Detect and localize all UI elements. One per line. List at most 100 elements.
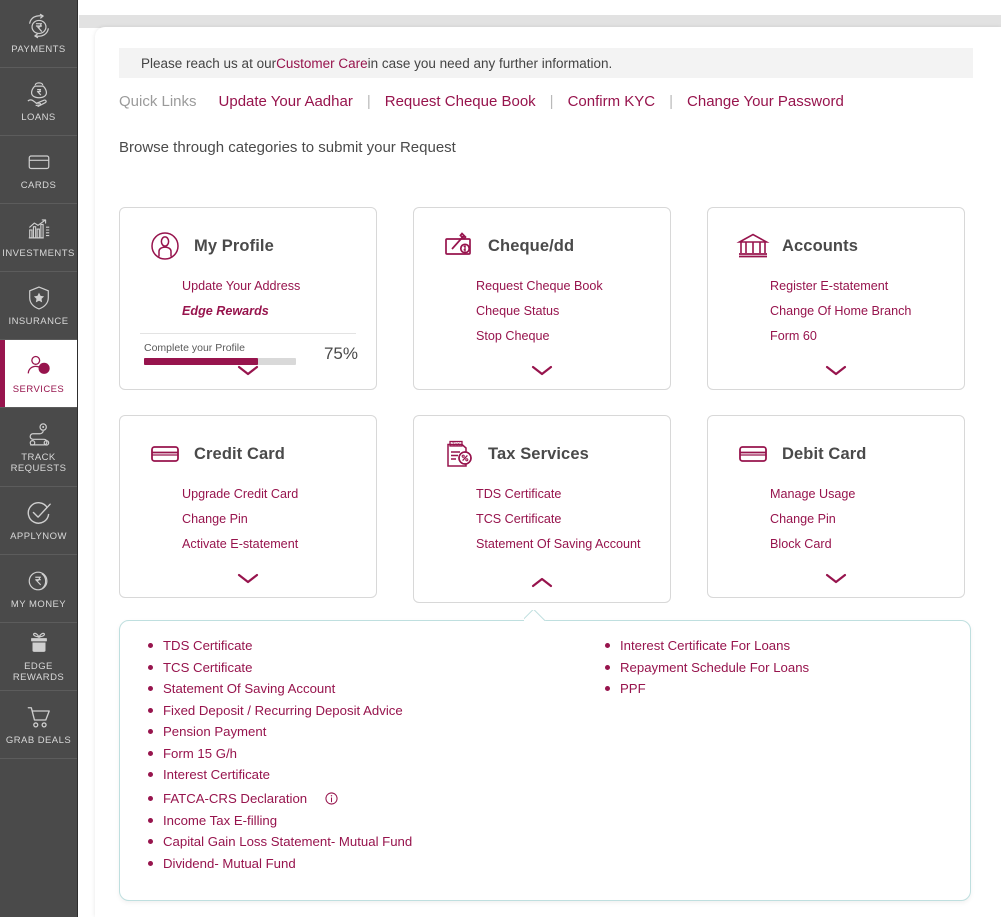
card-link-activate-e-statement[interactable]: Activate E-statement <box>182 536 376 552</box>
insurance-shield-icon <box>24 285 54 311</box>
dropdown-item[interactable]: Dividend- Mutual Fund <box>148 856 565 871</box>
page-subtitle: Browse through categories to submit your… <box>119 139 456 156</box>
service-card-credit-card[interactable]: Credit Card Upgrade Credit Card Change Pin… <box>119 415 377 598</box>
chevron-down-icon[interactable] <box>120 363 376 377</box>
service-card-accounts[interactable]: Accounts Register E-statement Change Of Ho… <box>707 207 965 390</box>
card-title: Tax Services <box>488 444 589 463</box>
dropdown-item[interactable]: Statement Of Saving Account <box>148 681 565 696</box>
card-link-block-card[interactable]: Block Card <box>770 536 964 552</box>
notice-suffix: in case you need any further information… <box>367 55 613 71</box>
quick-links-bar: Quick Links Update Your Aadhar | Request Ch… <box>119 93 844 110</box>
dropdown-item[interactable]: Fixed Deposit / Recurring Deposit Advice <box>148 703 565 718</box>
quick-links-separator: | <box>366 93 371 110</box>
sidebar-item-label: INSURANCE <box>8 315 69 327</box>
dropdown-item[interactable]: Income Tax E-filling <box>148 813 565 828</box>
sidebar-item-services[interactable]: SERVICES <box>0 340 77 408</box>
dropdown-item[interactable]: Capital Gain Loss Statement- Mutual Fund <box>148 834 565 849</box>
dropdown-link-tcs-certificate[interactable]: TCS Certificate <box>163 660 252 675</box>
card-link-cheque-status[interactable]: Cheque Status <box>476 303 670 319</box>
sidebar-item-label: SERVICES <box>12 383 65 395</box>
sidebar-item-cards[interactable]: CARDS <box>0 136 77 204</box>
sidebar-item-label: GRAB DEALS <box>5 734 72 746</box>
chevron-down-icon[interactable] <box>414 363 670 377</box>
card-header: Debit Card <box>708 438 964 470</box>
dropdown-item[interactable]: Form 15 G/h <box>148 746 565 761</box>
quick-link-3[interactable]: Change Your Password <box>687 93 844 110</box>
quick-link-1[interactable]: Request Cheque Book <box>385 93 536 110</box>
sidebar-item-label: EDGE REWARDS <box>12 661 65 683</box>
card-link-change-of-home-branch[interactable]: Change Of Home Branch <box>770 303 964 319</box>
apply-now-check-icon <box>24 500 54 526</box>
credit-card-icon <box>148 438 182 470</box>
dropdown-item[interactable]: Interest Certificate For Loans <box>605 638 965 653</box>
sidebar-item-my-money[interactable]: MY MONEY <box>0 555 77 623</box>
quick-link-2[interactable]: Confirm KYC <box>568 93 656 110</box>
card-link-list: Request Cheque Book Cheque Status Stop Che… <box>414 278 670 344</box>
chevron-down-icon[interactable] <box>708 571 964 585</box>
card-link-change-pin[interactable]: Change Pin <box>182 511 376 527</box>
customer-care-link[interactable]: Customer Care <box>276 56 368 71</box>
service-card-debit-card[interactable]: Debit Card Manage Usage Change Pin Block Ca… <box>707 415 965 598</box>
quick-link-0[interactable]: Update Your Aadhar <box>219 93 353 110</box>
dropdown-link-fatca-crs-declaration[interactable]: FATCA-CRS Declaration <box>163 791 307 806</box>
card-link-manage-usage[interactable]: Manage Usage <box>770 486 964 502</box>
dropdown-link-capital-gain-loss-statement-mutual-fund[interactable]: Capital Gain Loss Statement- Mutual Fund <box>163 834 412 849</box>
edge-rewards-gift-icon <box>24 630 54 656</box>
sidebar-item-applynow[interactable]: APPLYNOW <box>0 487 77 555</box>
dropdown-item[interactable]: PPF <box>605 681 965 696</box>
dropdown-link-interest-certificate[interactable]: Interest Certificate <box>163 767 270 782</box>
dropdown-item[interactable]: TDS Certificate <box>148 638 565 653</box>
dropdown-item[interactable]: Interest Certificate <box>148 767 565 782</box>
card-link-statement-of-saving-account[interactable]: Statement Of Saving Account <box>476 536 670 552</box>
debit-card-icon <box>736 438 770 470</box>
dropdown-item[interactable]: Pension Payment <box>148 724 565 739</box>
dropdown-link-dividend-mutual-fund[interactable]: Dividend- Mutual Fund <box>163 856 296 871</box>
card-link-list: Upgrade Credit Card Change Pin Activate E-… <box>120 486 376 552</box>
service-card-tax-services[interactable]: TAX Tax Services TDS Certificate TCS Certif… <box>413 415 671 603</box>
card-link-tds-certificate[interactable]: TDS Certificate <box>476 486 670 502</box>
dropdown-item[interactable]: FATCA-CRS Declaration <box>148 791 565 806</box>
sidebar-item-insurance[interactable]: INSURANCE <box>0 272 77 340</box>
sidebar-item-edge-rewards[interactable]: EDGE REWARDS <box>0 623 77 691</box>
service-card-my-profile[interactable]: My Profile Update Your Address Edge Reward… <box>119 207 377 390</box>
card-link-edge-rewards[interactable]: Edge Rewards <box>182 303 376 319</box>
dropdown-link-income-tax-e-filling[interactable]: Income Tax E-filling <box>163 813 277 828</box>
svg-text:TAX: TAX <box>452 441 460 446</box>
dropdown-link-tds-certificate[interactable]: TDS Certificate <box>163 638 252 653</box>
dropdown-link-ppf[interactable]: PPF <box>620 681 646 696</box>
card-link-upgrade-credit-card[interactable]: Upgrade Credit Card <box>182 486 376 502</box>
dropdown-link-statement-of-saving-account[interactable]: Statement Of Saving Account <box>163 681 335 696</box>
cheque-icon <box>442 230 476 262</box>
sidebar-item-investments[interactable]: INVESTMENTS <box>0 204 77 272</box>
chevron-down-icon[interactable] <box>120 571 376 585</box>
card-link-update-your-address[interactable]: Update Your Address <box>182 278 376 294</box>
card-link-register-e-statement[interactable]: Register E-statement <box>770 278 964 294</box>
sidebar-item-label: LOANS <box>21 111 56 123</box>
dropdown-link-form-15-g-h[interactable]: Form 15 G/h <box>163 746 237 761</box>
card-link-list: Register E-statement Change Of Home Branc… <box>708 278 964 344</box>
sidebar-item-grab-deals[interactable]: GRAB DEALS <box>0 691 77 759</box>
dropdown-link-fixed-deposit-recurring-deposit-advice[interactable]: Fixed Deposit / Recurring Deposit Advice <box>163 703 403 718</box>
bullet-icon <box>148 750 153 756</box>
chevron-up-icon[interactable] <box>414 576 670 590</box>
bank-building-icon <box>736 230 770 262</box>
bullet-icon <box>148 664 153 670</box>
dropdown-item[interactable]: Repayment Schedule For Loans <box>605 660 965 675</box>
chevron-down-icon[interactable] <box>708 363 964 377</box>
info-icon[interactable] <box>325 792 338 805</box>
dropdown-right-column: Interest Certificate For Loans Repayment … <box>565 638 965 877</box>
card-link-form-60[interactable]: Form 60 <box>770 328 964 344</box>
dropdown-item[interactable]: TCS Certificate <box>148 660 565 675</box>
card-link-request-cheque-book[interactable]: Request Cheque Book <box>476 278 670 294</box>
dropdown-link-pension-payment[interactable]: Pension Payment <box>163 724 266 739</box>
dropdown-link-interest-certificate-for-loans[interactable]: Interest Certificate For Loans <box>620 638 790 653</box>
card-link-change-pin[interactable]: Change Pin <box>770 511 964 527</box>
service-card-cheque-dd[interactable]: Cheque/dd Request Cheque Book Cheque Statu… <box>413 207 671 390</box>
card-link-stop-cheque[interactable]: Stop Cheque <box>476 328 670 344</box>
card-link-tcs-certificate[interactable]: TCS Certificate <box>476 511 670 527</box>
sidebar-item-label: INVESTMENTS <box>2 247 75 259</box>
sidebar-item-track-requests[interactable]: TRACK REQUESTS <box>0 408 77 487</box>
dropdown-link-repayment-schedule-for-loans[interactable]: Repayment Schedule For Loans <box>620 660 809 675</box>
sidebar-item-loans[interactable]: LOANS <box>0 68 77 136</box>
sidebar-item-payments[interactable]: PAYMENTS <box>0 0 77 68</box>
